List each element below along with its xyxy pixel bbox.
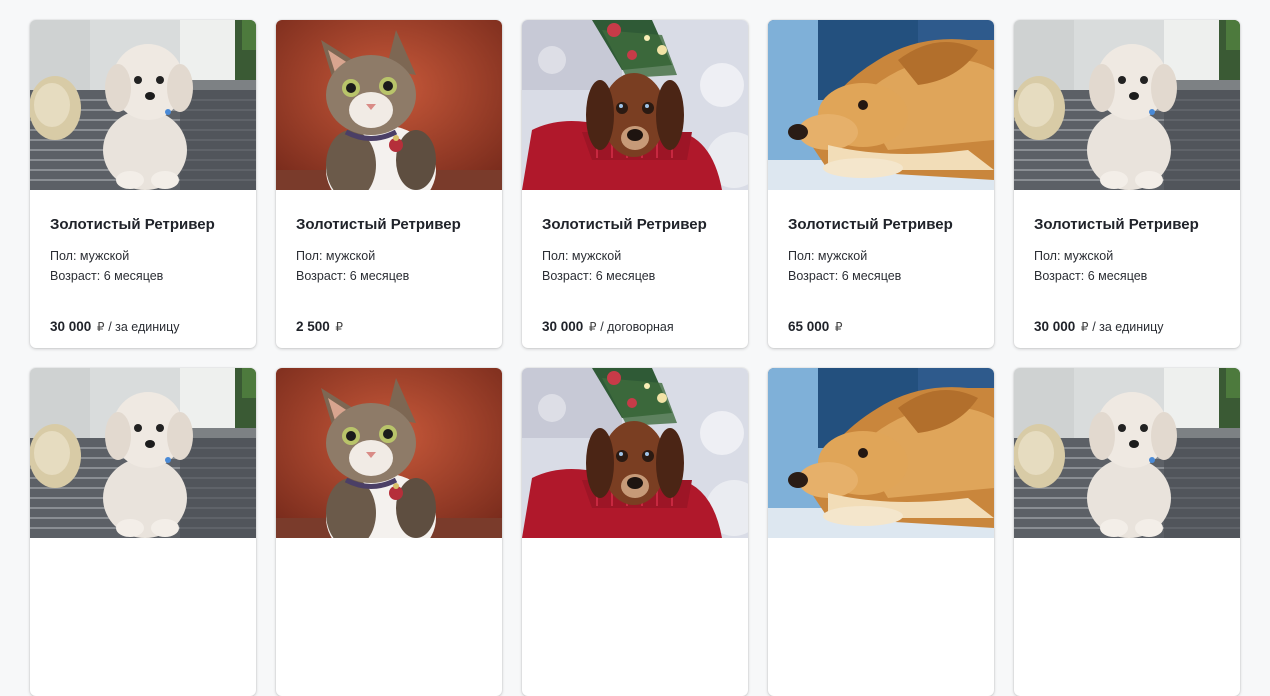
listing-card[interactable] (30, 368, 256, 696)
listing-card[interactable]: Золотистый Ретривер Пол: мужской Возраст: … (768, 20, 994, 348)
listing-details: Пол: мужской Возраст: 6 месяцев (788, 246, 974, 286)
listing-details: Пол: мужской Возраст: 6 месяцев (296, 246, 482, 286)
listing-card[interactable]: Золотистый Ретривер Пол: мужской Возраст: … (1014, 20, 1240, 348)
price-amount: 2 500 (296, 319, 330, 334)
golden-retriever-lying-photo[interactable] (768, 368, 994, 538)
price-amount: 30 000 (1034, 319, 1076, 334)
listing-title[interactable]: Золотистый Ретривер (296, 214, 482, 236)
price-unit: / за единицу (108, 320, 180, 334)
poodle-on-armchair-photo[interactable] (1014, 20, 1240, 190)
listing-sex: Пол: мужской (788, 249, 868, 263)
ruble-icon: ₽ (834, 320, 843, 334)
listing-card[interactable]: Золотистый Ретривер Пол: мужской Возраст: … (276, 20, 502, 348)
ruble-icon: ₽ (335, 320, 344, 334)
listing-details: Пол: мужской Возраст: 6 месяцев (50, 246, 236, 286)
listing-card[interactable] (768, 368, 994, 696)
listing-price: 30 000 ₽ / за единицу (50, 318, 180, 336)
listing-price: 2 500 ₽ (296, 318, 343, 336)
listing-card[interactable]: Золотистый Ретривер Пол: мужской Возраст: … (522, 20, 748, 348)
listing-details: Пол: мужской Возраст: 6 месяцев (1034, 246, 1220, 286)
listing-card[interactable] (276, 368, 502, 696)
listing-info: Золотистый Ретривер Пол: мужской Возраст: … (768, 190, 994, 286)
price-amount: 65 000 (788, 319, 830, 334)
price-unit: / договорная (600, 320, 674, 334)
listing-sex: Пол: мужской (296, 249, 376, 263)
price-amount: 30 000 (50, 319, 92, 334)
listing-title[interactable]: Золотистый Ретривер (1034, 214, 1220, 236)
tabby-cat-photo[interactable] (276, 368, 502, 538)
listing-details: Пол: мужской Возраст: 6 месяцев (542, 246, 728, 286)
listing-sex: Пол: мужской (50, 249, 130, 263)
listing-title[interactable]: Золотистый Ретривер (50, 214, 236, 236)
listing-age: Возраст: 6 месяцев (296, 269, 410, 283)
price-unit: / за единицу (1092, 320, 1164, 334)
ruble-icon: ₽ (588, 320, 597, 334)
listing-age: Возраст: 6 месяцев (788, 269, 902, 283)
listing-info: Золотистый Ретривер Пол: мужской Возраст: … (1014, 190, 1240, 286)
ruble-icon: ₽ (1080, 320, 1089, 334)
poodle-on-armchair-photo[interactable] (1014, 368, 1240, 538)
listing-price: 30 000 ₽ / договорная (542, 318, 674, 336)
listing-age: Возраст: 6 месяцев (542, 269, 656, 283)
listing-title[interactable]: Золотистый Ретривер (788, 214, 974, 236)
dachshund-red-sweater-photo[interactable] (522, 20, 748, 190)
listing-info: Золотистый Ретривер Пол: мужской Возраст: … (276, 190, 502, 286)
listing-title[interactable]: Золотистый Ретривер (542, 214, 728, 236)
ruble-icon: ₽ (96, 320, 105, 334)
listing-card[interactable]: Золотистый Ретривер Пол: мужской Возраст: … (30, 20, 256, 348)
poodle-on-armchair-photo[interactable] (30, 368, 256, 538)
listing-sex: Пол: мужской (542, 249, 622, 263)
poodle-on-armchair-photo[interactable] (30, 20, 256, 190)
listing-card[interactable] (522, 368, 748, 696)
golden-retriever-lying-photo[interactable] (768, 20, 994, 190)
listing-price: 30 000 ₽ / за единицу (1034, 318, 1164, 336)
listing-age: Возраст: 6 месяцев (50, 269, 164, 283)
dachshund-red-sweater-photo[interactable] (522, 368, 748, 538)
listing-info: Золотистый Ретривер Пол: мужской Возраст: … (30, 190, 256, 286)
listing-age: Возраст: 6 месяцев (1034, 269, 1148, 283)
price-amount: 30 000 (542, 319, 584, 334)
tabby-cat-photo[interactable] (276, 20, 502, 190)
listing-info: Золотистый Ретривер Пол: мужской Возраст: … (522, 190, 748, 286)
listing-grid: Золотистый Ретривер Пол: мужской Возраст: … (30, 20, 1240, 696)
listing-price: 65 000 ₽ (788, 318, 843, 336)
listing-sex: Пол: мужской (1034, 249, 1114, 263)
listing-card[interactable] (1014, 368, 1240, 696)
